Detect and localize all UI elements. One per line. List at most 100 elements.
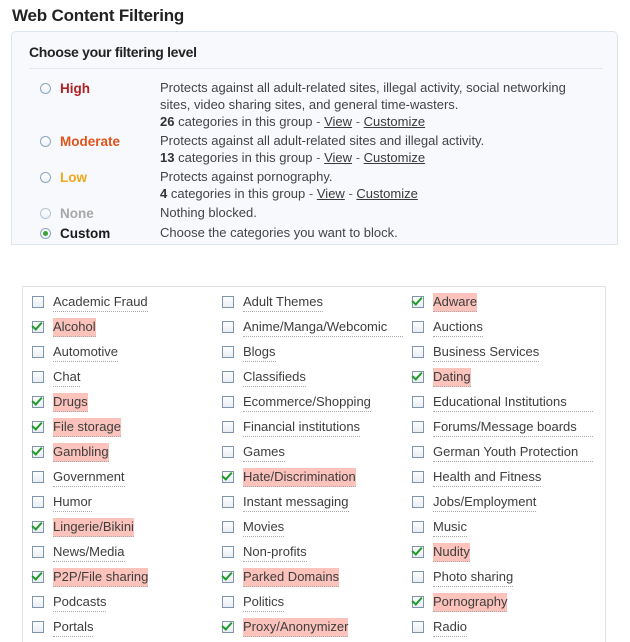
- checkbox-alcohol[interactable]: [32, 321, 44, 333]
- category-item[interactable]: Classifieds: [222, 368, 403, 393]
- category-label[interactable]: German Youth Protection: [433, 443, 593, 462]
- category-item[interactable]: Blogs: [222, 343, 403, 368]
- category-item[interactable]: Government: [32, 468, 213, 493]
- radio-moderate[interactable]: [40, 136, 51, 147]
- checkbox-instant-messaging[interactable]: [222, 496, 234, 508]
- filtering-level-row-custom[interactable]: Custom Choose the categories you want to …: [12, 224, 617, 244]
- radio-custom[interactable]: [40, 228, 51, 239]
- filtering-level-label-custom[interactable]: Custom: [60, 225, 110, 242]
- category-label[interactable]: Drugs: [53, 393, 88, 412]
- category-item[interactable]: Instant messaging: [222, 493, 403, 518]
- checkbox-jobs-employment[interactable]: [412, 496, 424, 508]
- checkbox-podcasts[interactable]: [32, 596, 44, 608]
- category-item[interactable]: Hate/Discrimination: [222, 468, 403, 493]
- category-item[interactable]: Movies: [222, 518, 403, 543]
- category-label[interactable]: Jobs/Employment: [433, 493, 537, 512]
- category-item[interactable]: Humor: [32, 493, 213, 518]
- category-label[interactable]: Business Services: [433, 343, 540, 362]
- category-label[interactable]: Adware: [433, 293, 478, 312]
- filtering-level-label-low[interactable]: Low: [60, 169, 87, 186]
- customize-link-moderate[interactable]: Customize: [364, 150, 425, 165]
- category-item[interactable]: Educational Institutions: [412, 393, 599, 418]
- checkbox-nudity[interactable]: [412, 546, 424, 558]
- category-label[interactable]: Government: [53, 468, 125, 487]
- category-item[interactable]: Adult Themes: [222, 293, 403, 318]
- category-label[interactable]: Health and Fitness: [433, 468, 542, 487]
- category-item[interactable]: Drugs: [32, 393, 213, 418]
- category-label[interactable]: Non-profits: [243, 543, 307, 562]
- checkbox-portals[interactable]: [32, 621, 44, 633]
- category-item[interactable]: Non-profits: [222, 543, 403, 568]
- category-label[interactable]: Classifieds: [243, 368, 306, 387]
- category-label[interactable]: Parked Domains: [243, 568, 340, 587]
- category-item[interactable]: P2P/File sharing: [32, 568, 213, 593]
- category-label[interactable]: Anime/Manga/Webcomic: [243, 318, 403, 337]
- category-item[interactable]: Auctions: [412, 318, 599, 343]
- filtering-level-option-custom[interactable]: Custom: [12, 224, 160, 242]
- category-label[interactable]: Nudity: [433, 543, 470, 562]
- category-label[interactable]: Auctions: [433, 318, 483, 337]
- view-link-low[interactable]: View: [317, 186, 345, 201]
- filtering-level-label-none[interactable]: None: [60, 205, 94, 222]
- category-label[interactable]: Photo sharing: [433, 568, 514, 587]
- category-item[interactable]: Gambling: [32, 443, 213, 468]
- checkbox-file-storage[interactable]: [32, 421, 44, 433]
- category-item[interactable]: Lingerie/Bikini: [32, 518, 213, 543]
- checkbox-drugs[interactable]: [32, 396, 44, 408]
- checkbox-lingerie-bikini[interactable]: [32, 521, 44, 533]
- customize-link-low[interactable]: Customize: [356, 186, 417, 201]
- category-label[interactable]: Podcasts: [53, 593, 107, 612]
- checkbox-classifieds[interactable]: [222, 371, 234, 383]
- category-item[interactable]: German Youth Protection: [412, 443, 599, 468]
- category-label[interactable]: Humor: [53, 493, 93, 512]
- category-item[interactable]: Music: [412, 518, 599, 543]
- category-label[interactable]: Lingerie/Bikini: [53, 518, 134, 537]
- category-label[interactable]: Forums/Message boards: [433, 418, 593, 437]
- category-item[interactable]: Podcasts: [32, 593, 213, 618]
- category-label[interactable]: Alcohol: [53, 318, 96, 337]
- checkbox-politics[interactable]: [222, 596, 234, 608]
- category-label[interactable]: Instant messaging: [243, 493, 349, 512]
- checkbox-movies[interactable]: [222, 521, 234, 533]
- category-label[interactable]: Games: [243, 443, 285, 462]
- category-item[interactable]: Ecommerce/Shopping: [222, 393, 403, 418]
- checkbox-games[interactable]: [222, 446, 234, 458]
- category-item[interactable]: Alcohol: [32, 318, 213, 343]
- filtering-level-row-none[interactable]: None Nothing blocked.: [12, 204, 617, 224]
- category-item[interactable]: Forums/Message boards: [412, 418, 599, 443]
- category-label[interactable]: Gambling: [53, 443, 109, 462]
- category-label[interactable]: Dating: [433, 368, 471, 387]
- category-label[interactable]: Movies: [243, 518, 285, 537]
- category-item[interactable]: Anime/Manga/Webcomic: [222, 318, 403, 343]
- category-item[interactable]: Health and Fitness: [412, 468, 599, 493]
- category-item[interactable]: Games: [222, 443, 403, 468]
- checkbox-chat[interactable]: [32, 371, 44, 383]
- checkbox-financial-institutions[interactable]: [222, 421, 234, 433]
- category-label[interactable]: Proxy/Anonymizer: [243, 618, 349, 637]
- checkbox-health-and-fitness[interactable]: [412, 471, 424, 483]
- checkbox-ecommerce-shopping[interactable]: [222, 396, 234, 408]
- category-label[interactable]: Hate/Discrimination: [243, 468, 356, 487]
- category-item[interactable]: Portals: [32, 618, 213, 642]
- filtering-level-option-low[interactable]: Low: [12, 168, 160, 186]
- category-item[interactable]: News/Media: [32, 543, 213, 568]
- checkbox-news-media[interactable]: [32, 546, 44, 558]
- category-label[interactable]: Pornography: [433, 593, 508, 612]
- category-item[interactable]: Photo sharing: [412, 568, 599, 593]
- category-label[interactable]: Academic Fraud: [53, 293, 148, 312]
- radio-none[interactable]: [40, 208, 51, 219]
- category-label[interactable]: Music: [433, 518, 467, 537]
- filtering-level-label-high[interactable]: High: [60, 80, 90, 97]
- checkbox-gambling[interactable]: [32, 446, 44, 458]
- checkbox-government[interactable]: [32, 471, 44, 483]
- checkbox-photo-sharing[interactable]: [412, 571, 424, 583]
- category-item[interactable]: Nudity: [412, 543, 599, 568]
- checkbox-anime-manga-webcomic[interactable]: [222, 321, 234, 333]
- category-label[interactable]: File storage: [53, 418, 121, 437]
- category-label[interactable]: Portals: [53, 618, 94, 637]
- checkbox-parked-domains[interactable]: [222, 571, 234, 583]
- category-label[interactable]: Chat: [53, 368, 81, 387]
- checkbox-proxy-anonymizer[interactable]: [222, 621, 234, 633]
- category-label[interactable]: Radio: [433, 618, 467, 637]
- category-item[interactable]: Financial institutions: [222, 418, 403, 443]
